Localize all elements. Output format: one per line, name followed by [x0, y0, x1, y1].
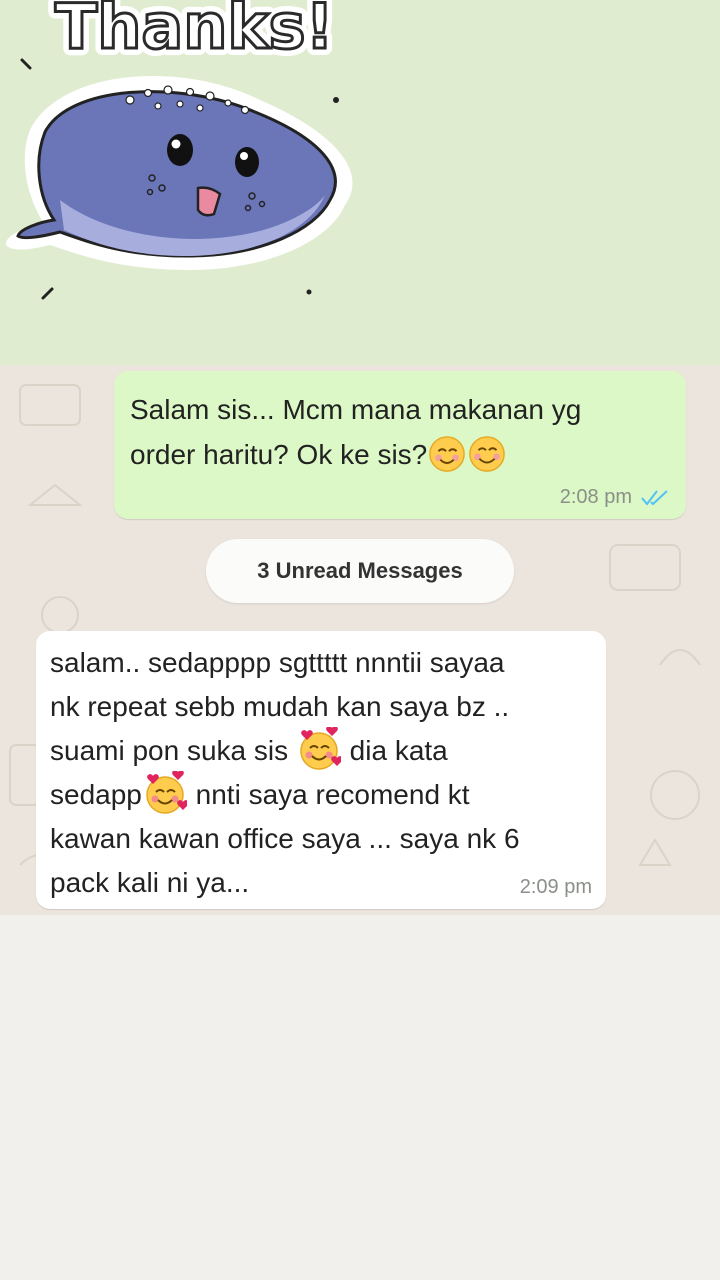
chat-area[interactable]: Salam sis... Mcm mana makanan yg order h… [0, 365, 720, 915]
incoming-timestamp: 2:09 pm [519, 876, 592, 898]
whale-thanks-sticker: Thanks! Thanks! [5, 0, 353, 300]
outgoing-message-text: Salam sis... Mcm mana makanan yg order h… [130, 387, 670, 477]
outgoing-timestamp: 2:08 pm [559, 486, 632, 508]
sticker-message[interactable]: Thanks! Thanks! [0, 0, 720, 365]
incoming-line-4b: nnti saya recomend kt [195, 779, 470, 810]
incoming-line-5: kawan kawan office saya ... saya nk 6 [50, 823, 520, 854]
outgoing-message-meta: 2:08 pm [560, 486, 670, 509]
unread-messages-divider: 3 Unread Messages [206, 539, 514, 603]
incoming-message-bubble[interactable]: salam.. sedapppp sgttttt nnntii sayaa nk… [36, 631, 606, 909]
incoming-line-4a: sedapp [50, 779, 142, 810]
sticker-text: Thanks! [55, 0, 334, 63]
smiling-face-with-hearts-icon [146, 770, 187, 814]
smiling-face-with-hearts-icon [300, 726, 341, 770]
incoming-line-1: salam.. sedapppp sgttttt nnntii sayaa [50, 647, 505, 678]
incoming-line-2: nk repeat sebb mudah kan saya bz .. [50, 691, 510, 722]
empty-background-area [0, 915, 720, 1280]
outgoing-line-2: order haritu? Ok ke sis? [130, 439, 428, 470]
smiling-face-icon [429, 435, 466, 472]
unread-messages-label: 3 Unread Messages [257, 558, 463, 583]
outgoing-line-1: Salam sis... Mcm mana makanan yg [130, 394, 582, 425]
incoming-line-3b: dia kata [349, 735, 448, 766]
incoming-message-meta: 2:09 pm [520, 876, 592, 899]
incoming-line-6: pack kali ni ya... [50, 867, 250, 898]
smiling-face-icon [469, 435, 506, 472]
double-check-read-icon [641, 489, 668, 506]
incoming-message-text: salam.. sedapppp sgttttt nnntii sayaa nk… [50, 641, 592, 905]
outgoing-message-bubble[interactable]: Salam sis... Mcm mana makanan yg order h… [114, 371, 686, 519]
incoming-line-3a: suami pon suka sis [50, 735, 289, 766]
